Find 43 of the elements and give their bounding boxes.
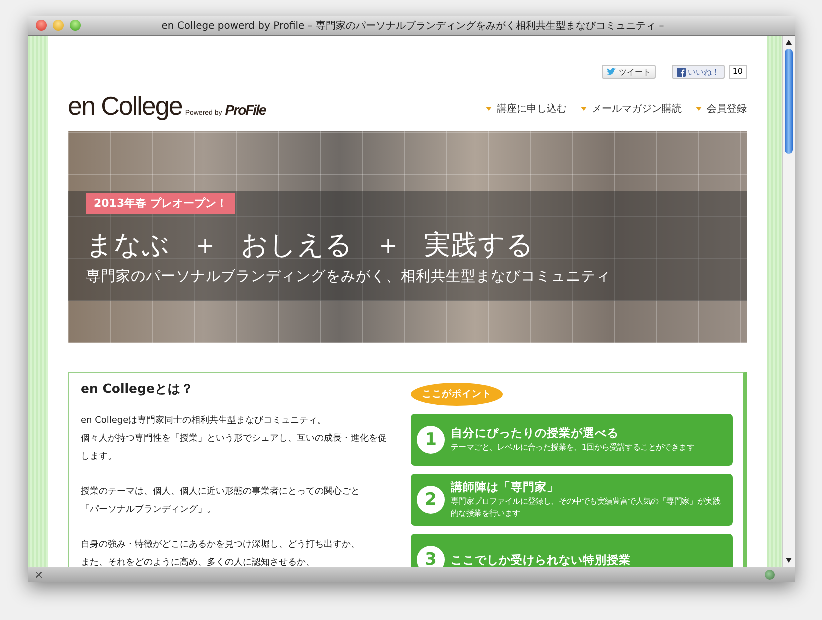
brand-text: ProFile [225,102,266,118]
hero-subtitle: 専門家のパーソナルブランディングをみがく、相利共生型まなびコミュニティ [86,268,611,286]
headline-text: まなぶ [86,229,170,263]
speech-bubble: ここがポイント [411,383,503,406]
headline-text: ＋ [375,229,402,263]
triangle-icon [486,107,492,111]
window-title: en College powerd by Profile – 専門家のパーソナルブランディングをみがく相利共生型まなびコミュニティ – [160,20,666,32]
headline-text: 実践する [424,229,534,263]
point-title: 自分にぴったりの授業が選べる [451,426,620,441]
close-icon[interactable] [36,20,47,31]
triangle-icon [696,107,702,111]
like-button[interactable]: いいね！ [672,65,725,79]
point-title: 講師陣は「専門家」 [451,480,560,495]
logo-text[interactable]: en College [68,91,182,122]
point-description: 専門家プロファイルに登録し、その中でも実績豊富で人気の「専門家」が実践的な授業を行います [451,496,722,520]
f-logo-icon [676,68,686,76]
nav-link[interactable]: メールマガジン購読 [581,102,682,116]
pre-open-badge: 2013年春 プレオープン！ [86,193,236,214]
paragraph-line: また、それをどのように高め、多くの人に認知させるか、 [81,556,315,567]
zoom-icon[interactable] [70,20,81,31]
close-icon[interactable] [36,572,42,578]
headline-text: おしえる [241,229,353,263]
point-description: テーマごと、レベルに合った授業を、1回から受講することができます [451,442,694,454]
paragraph-line: en Collegeは専門家同士の相利共生型まなびコミュニティ。 [81,414,327,428]
triangle-icon [581,107,588,111]
globe-icon [765,570,775,580]
paragraph-line: 授業のテーマは、個人、個人に近い形態の事業者にとっての関心ごと [81,486,360,499]
bird-icon [606,68,617,76]
nav-link[interactable]: 会員登録 [696,102,748,116]
paragraph-line: 「パーソナルブランディング」。 [81,504,216,517]
paragraph-line: 自身の強み・特徴がどこにあるかを見つけ深堀し、どう打ち出すか、 [81,538,360,552]
scroll-thumb[interactable] [785,49,793,154]
point-title: ここでしか受けられない特別授業 [451,552,631,567]
number-circle: 3 [417,546,445,567]
tweet-button[interactable]: ツイート [602,65,656,79]
scrollbar[interactable] [782,36,795,567]
nav-link[interactable]: 講座に申し込む [486,102,568,116]
paragraph-line: 個々人が持つ専門性を「授業」という形でシェアし、互いの成長・進化を促します。 [81,432,388,464]
headline-text: ＋ [192,229,219,263]
section-title: en Collegeとは？ [81,381,195,398]
like-count: 10 [728,65,748,79]
number-circle: 1 [417,426,445,454]
number-circle: 2 [417,486,445,514]
